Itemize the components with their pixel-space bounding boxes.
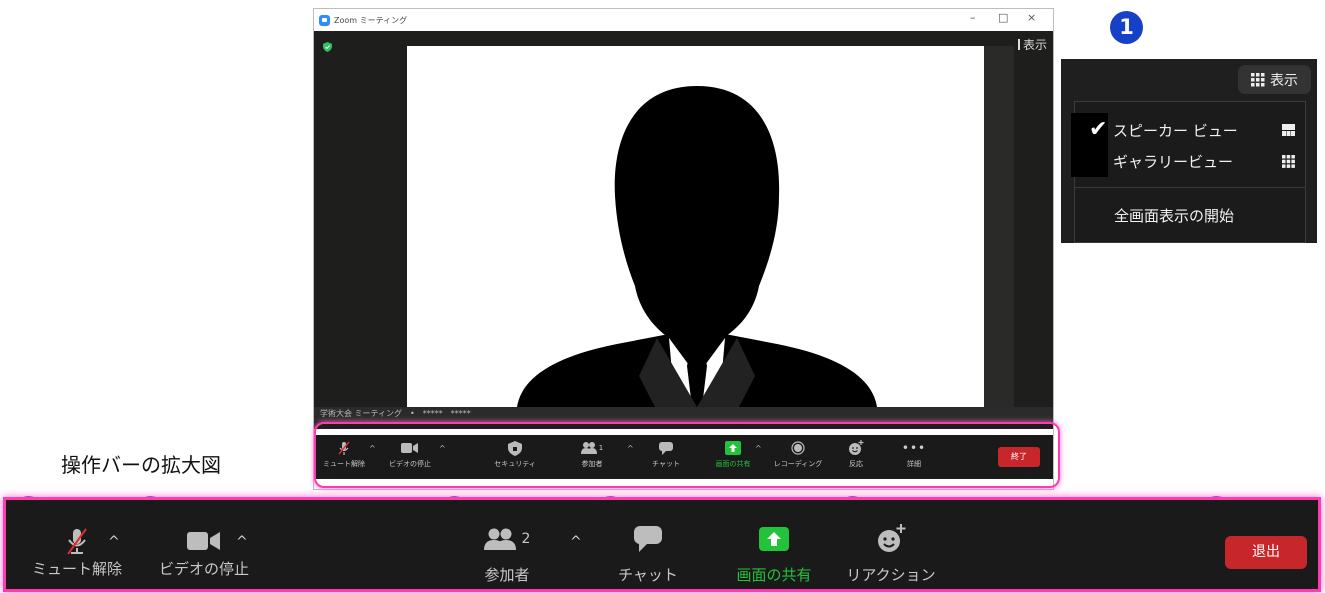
fullscreen-option[interactable]: 全画面表示の開始 [1114,205,1234,226]
chat-button[interactable]: チャット [593,522,703,585]
share-screen-label: 画面の共有 [736,566,812,584]
view-button[interactable]: 表示 [1017,36,1047,53]
participants-label: 参加者 [484,566,530,584]
video-camera-icon [187,532,220,550]
view-menu-button-label: 表示 [1270,72,1298,89]
mute-button[interactable]: ミュート解除 [22,524,132,579]
gallery-view-option[interactable]: ギャラリービュー [1113,151,1293,172]
chat-label: チャット [618,566,678,584]
video-button[interactable]: ビデオの停止 [149,524,259,579]
video-side-panel [984,46,1014,407]
person-silhouette-icon [517,86,877,407]
leave-button[interactable]: 退出 [1225,536,1307,569]
video-label: ビデオの停止 [158,560,249,578]
video-options-caret-icon[interactable]: ^ [236,534,248,550]
gallery-view-icon [1282,155,1295,168]
maximize-button[interactable]: □ [998,11,1008,24]
speaker-view-icon [1282,124,1295,136]
zoom-app-icon [319,14,330,26]
minimize-button[interactable]: – [970,11,976,24]
share-screen-button[interactable]: 画面の共有 [714,522,834,585]
participants-options-caret-icon[interactable]: ^ [570,534,582,550]
share-screen-icon [759,527,789,551]
chat-bubble-icon [634,526,662,552]
view-menu-panel: 表示 スピーカー ビュー ギャラリービュー ✔ 全画面表示の開始 [1061,59,1317,243]
menu-divider [1075,187,1305,188]
participants-icon [483,528,516,550]
window-titlebar: Zoom ミーティング – □ × [314,9,1053,31]
toolbar-highlight-frame [314,422,1060,488]
view-menu-button[interactable]: 表示 [1238,65,1311,94]
toolbar-zoom-caption: 操作バーの拡大図 [61,453,221,477]
mute-label: ミュート解除 [31,560,122,578]
gallery-grid-icon [1251,72,1265,86]
view-button-label: 表示 [1022,38,1047,52]
badge-1: 1 [1110,11,1143,44]
participant-video [407,46,984,407]
encryption-shield-icon [323,42,332,52]
close-button[interactable]: × [1027,11,1036,24]
participants-count: 2 [521,531,531,547]
participants-button[interactable]: 2 参加者 [452,522,562,585]
speaker-view-option[interactable]: スピーカー ビュー [1113,120,1293,141]
window-title: Zoom ミーティング [334,15,408,25]
reaction-smiley-icon [878,524,906,552]
checkmark-icon: ✔ [1089,117,1108,142]
gallery-view-label: ギャラリービュー [1113,153,1234,171]
speaker-view-label: スピーカー ビュー [1113,122,1238,140]
toolbar-zoomed: ミュート解除 ^ ビデオの停止 ^ 2 参加者 ^ チャット 画面の共有 リアク… [3,497,1321,592]
meeting-area: 表示 [314,31,1053,429]
reactions-button[interactable]: リアクション [831,522,951,585]
reactions-label: リアクション [846,566,936,584]
view-grid-icon [1017,39,1020,50]
zoom-window: Zoom ミーティング – □ × 表示 学術大会 ミーティング • *****… [313,8,1054,490]
microphone-muted-icon [67,528,87,555]
audio-options-caret-icon[interactable]: ^ [108,534,120,550]
meeting-info-strip: 学術大会 ミーティング • ***** ***** [314,407,1053,421]
